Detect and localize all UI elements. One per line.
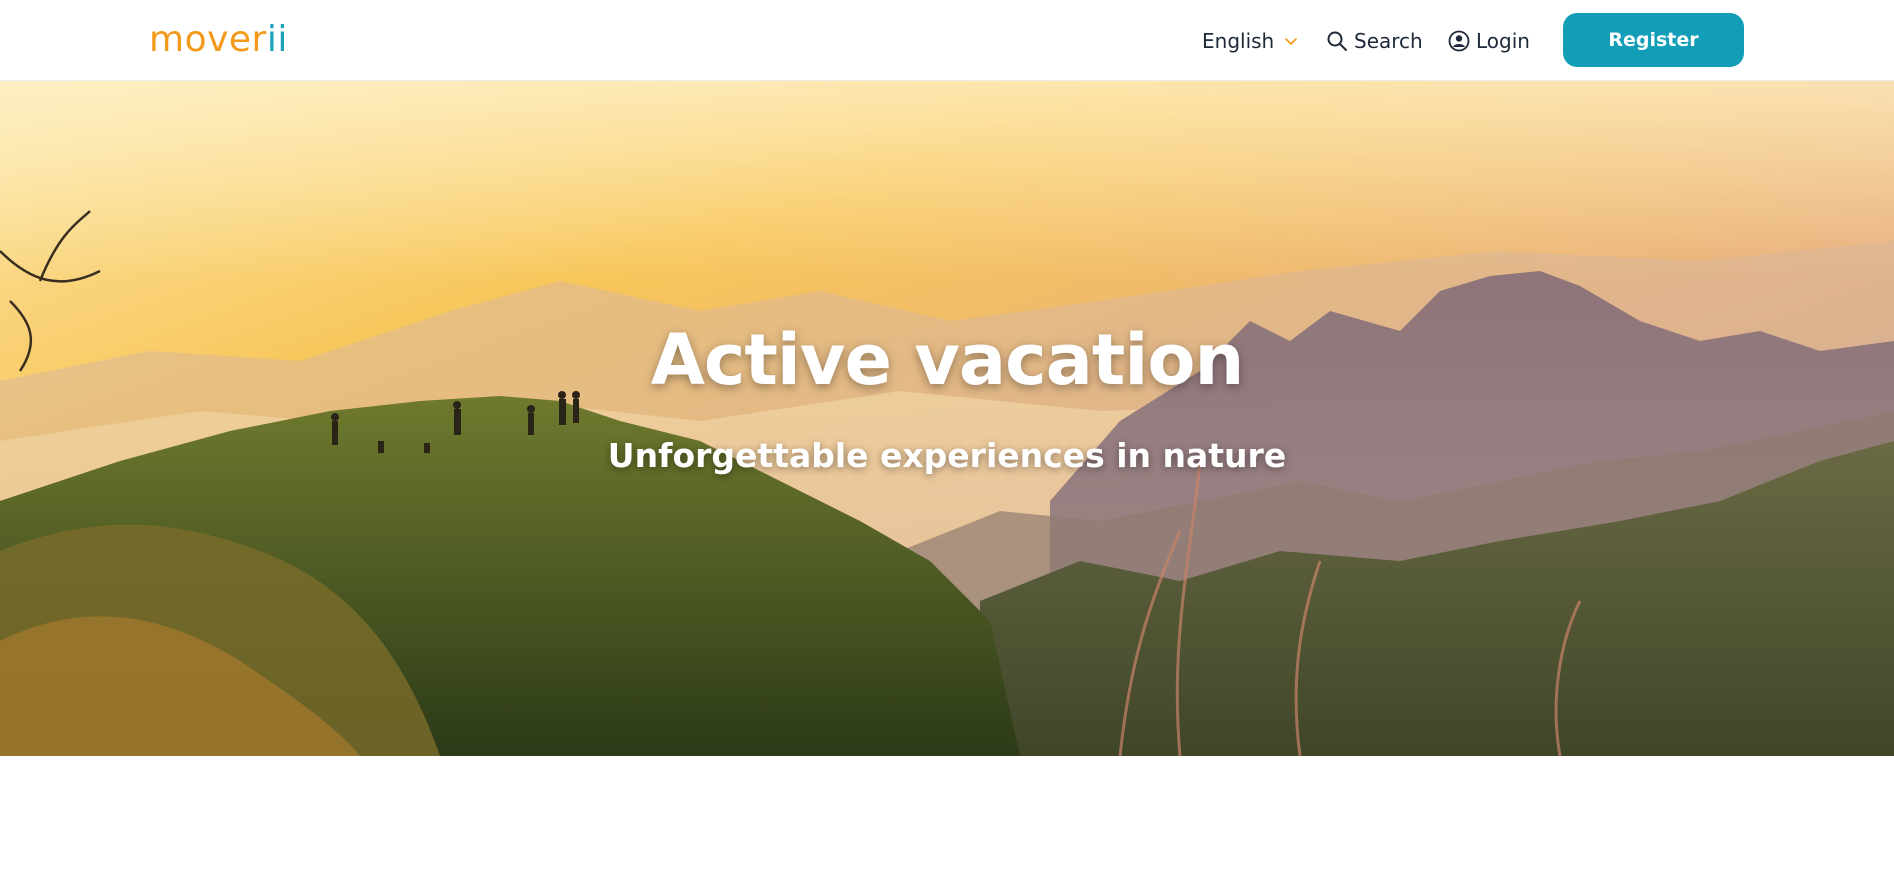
logo-text: mover [149, 19, 267, 60]
site-header: moverii English Search Login Register [0, 0, 1894, 81]
hero-subtitle: Unforgettable experiences in nature [607, 436, 1287, 475]
chevron-down-icon [1285, 37, 1298, 45]
hero-background-image [0, 81, 1894, 756]
hero-title: Active vacation [650, 319, 1245, 401]
logo-accent-text: ii [266, 19, 288, 60]
moverii-logo[interactable]: moverii [149, 15, 288, 65]
language-selector[interactable]: English [1202, 0, 1298, 81]
search-icon [1327, 31, 1347, 51]
register-button[interactable]: Register [1563, 13, 1744, 67]
user-circle-icon [1448, 30, 1470, 51]
language-label: English [1202, 28, 1275, 53]
search-link[interactable]: Search [1326, 0, 1423, 81]
content-area [0, 756, 1894, 881]
login-link[interactable]: Login [1448, 0, 1530, 81]
search-label: Search [1354, 28, 1423, 53]
hero-banner: Active vacation Unforgettable experience… [0, 81, 1894, 756]
login-label: Login [1476, 28, 1530, 53]
